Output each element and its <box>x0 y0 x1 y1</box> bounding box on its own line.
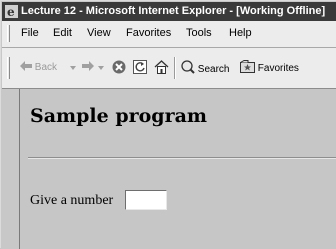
browser-window: e Lecture 12 - Microsoft Internet Explor… <box>0 0 336 249</box>
back-button[interactable]: Back <box>20 60 57 76</box>
home-button[interactable] <box>154 60 169 76</box>
toolbar-separator <box>174 57 176 79</box>
search-button[interactable]: Search <box>180 60 229 76</box>
horizontal-rule <box>28 157 336 159</box>
back-arrow-icon <box>20 61 32 71</box>
favorites-label: Favorites <box>257 63 299 74</box>
stop-icon <box>112 60 126 74</box>
menu-bar: File Edit View Favorites Tools Help <box>2 21 336 48</box>
back-dropdown[interactable] <box>70 60 76 76</box>
page-content: Sample program Give a number <box>19 89 336 249</box>
favorites-button[interactable]: Favorites <box>240 60 299 76</box>
internet-explorer-icon: e <box>5 5 18 18</box>
menu-file[interactable]: File <box>21 27 39 39</box>
menu-view[interactable]: View <box>87 27 111 39</box>
toolbar-grip[interactable] <box>7 57 10 79</box>
forward-button[interactable] <box>82 60 94 76</box>
menu-help[interactable]: Help <box>229 27 252 39</box>
refresh-icon <box>133 60 147 74</box>
page-heading: Sample program <box>30 105 208 127</box>
forward-dropdown[interactable] <box>98 60 104 76</box>
back-label: Back <box>34 62 58 73</box>
menu-grip[interactable] <box>7 25 10 42</box>
refresh-button[interactable] <box>133 60 147 76</box>
menu-tools[interactable]: Tools <box>186 27 212 39</box>
menu-edit[interactable]: Edit <box>53 27 72 39</box>
menu-favorites[interactable]: Favorites <box>126 27 171 39</box>
dropdown-arrow-icon <box>98 66 104 70</box>
favorites-icon <box>240 60 255 73</box>
search-label: Search <box>197 64 230 75</box>
home-icon <box>154 60 169 74</box>
search-icon <box>181 60 195 74</box>
window-title: Lecture 12 - Microsoft Internet Explorer… <box>21 5 326 17</box>
dropdown-arrow-icon <box>70 66 76 70</box>
number-input[interactable] <box>125 190 167 210</box>
svg-text:e: e <box>7 5 15 18</box>
standard-toolbar: Back Search Favorites <box>2 48 336 89</box>
forward-arrow-icon <box>82 61 94 71</box>
number-prompt-label: Give a number <box>30 193 114 208</box>
stop-button[interactable] <box>112 60 126 76</box>
title-bar[interactable]: e Lecture 12 - Microsoft Internet Explor… <box>2 2 336 21</box>
